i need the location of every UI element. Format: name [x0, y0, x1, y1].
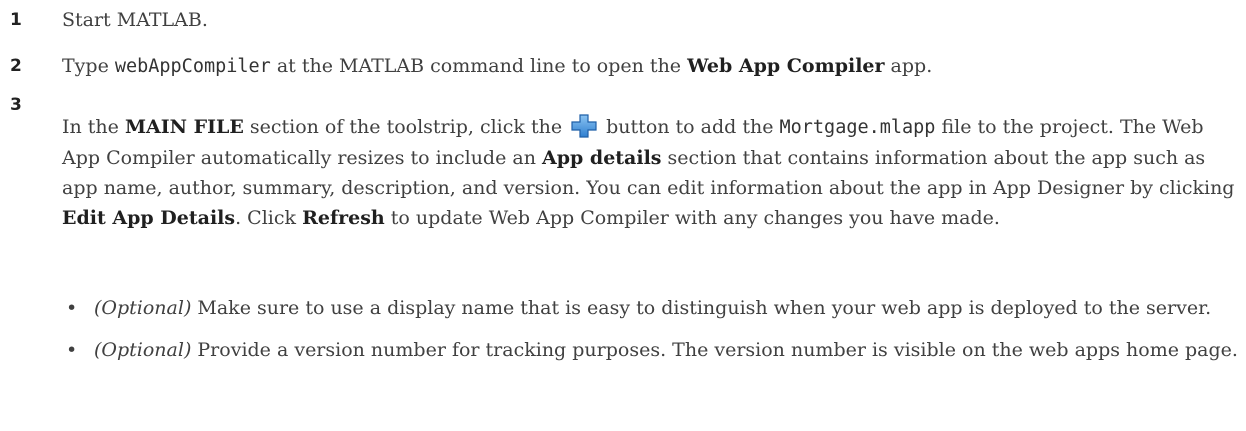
step-text: In the MAIN FILE section of the toolstri… — [62, 112, 1240, 233]
optional-label: (Optional) — [94, 297, 192, 319]
step-text-part: button to add the — [600, 116, 780, 138]
button-name: Refresh — [302, 207, 385, 229]
document-body: 1 Start MATLAB. 2 Type webAppCompiler at… — [0, 0, 1246, 431]
step-text-part: at the MATLAB command line to open the — [270, 55, 688, 77]
step-text-part: to update Web App Compiler with any chan… — [384, 207, 1000, 229]
button-name: Edit App Details — [62, 207, 236, 229]
step-text-part: . Click — [235, 207, 303, 229]
list-item: • (Optional) Make sure to use a display n… — [62, 293, 1240, 323]
optional-label: (Optional) — [94, 339, 192, 361]
step-number: 2 — [10, 56, 22, 76]
file-name-code: Mortgage.mlapp — [779, 117, 936, 138]
step-text-part: Type — [62, 55, 115, 77]
step-text-part: app. — [884, 55, 933, 77]
command-code: webAppCompiler — [114, 56, 271, 77]
bullet-symbol: • — [66, 339, 78, 361]
bullet-symbol: • — [66, 297, 78, 319]
list-item: • (Optional) Provide a version number for… — [62, 335, 1240, 365]
step-text: Type webAppCompiler at the MATLAB comman… — [62, 51, 1240, 82]
section-name: App details — [541, 147, 662, 169]
list-item-text: Make sure to use a display name that is … — [191, 297, 1212, 319]
step-text-part: section of the toolstrip, click the — [243, 116, 569, 138]
list-item-text: Provide a version number for tracking pu… — [191, 339, 1238, 361]
step-text: Start MATLAB. — [62, 9, 208, 31]
optional-list: • (Optional) Make sure to use a display n… — [62, 293, 1240, 377]
step-number: 3 — [10, 95, 22, 115]
section-name: MAIN FILE — [124, 116, 244, 138]
add-plus-icon — [570, 113, 598, 139]
app-name: Web App Compiler — [687, 55, 885, 77]
step-text-part: In the — [62, 116, 125, 138]
step-number: 1 — [10, 10, 22, 30]
